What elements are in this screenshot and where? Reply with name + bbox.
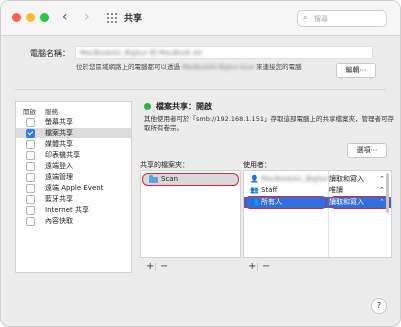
service-row[interactable]: Internet 共享 — [16, 205, 131, 215]
shared-folder-name: Scan — [161, 175, 179, 183]
description-prefix: 位於您區域網路上的電腦都可以透過 — [76, 63, 180, 71]
remove-folder-button[interactable]: − — [160, 262, 168, 272]
edit-button[interactable]: 編輯⋯ — [336, 63, 376, 78]
service-label: 檔案共享 — [45, 129, 73, 137]
add-folder-button[interactable]: + — [146, 262, 154, 272]
services-list: 開啟 服務 螢幕共享檔案共享媒體共享印表機共享遠端登入遠端管理遠端 Apple … — [15, 101, 132, 273]
service-label: 印表機共享 — [45, 151, 80, 159]
computer-name-description: 位於您區域網路上的電腦都可以透過 MacBookAir-BigSur.local… — [76, 63, 333, 72]
service-label: 遠端 Apple Event — [45, 184, 104, 192]
service-label: 螢幕共享 — [45, 118, 73, 126]
options-button[interactable]: 選項⋯ — [347, 143, 387, 158]
window-title: 共享 — [124, 14, 143, 24]
show-all-grid-icon[interactable] — [107, 13, 117, 23]
button-separator — [155, 263, 156, 271]
minimize-window-button[interactable] — [26, 13, 35, 22]
divider — [15, 89, 386, 90]
service-row[interactable]: 印表機共享 — [16, 150, 131, 160]
service-checkbox[interactable] — [26, 151, 35, 160]
folder-icon — [149, 175, 158, 183]
group-icon: 👥 — [250, 198, 259, 206]
user-name: Staff — [261, 186, 278, 194]
user-row[interactable]: 👥 Staff 唯讀 ⌃ — [244, 185, 391, 196]
service-checkbox[interactable] — [26, 195, 35, 204]
zoom-window-button[interactable] — [40, 13, 49, 22]
users-label: 使用者： — [243, 161, 271, 169]
service-checkbox[interactable] — [26, 206, 35, 215]
shared-folder-item[interactable]: Scan — [142, 173, 239, 186]
service-row[interactable]: 檔案共享 — [16, 128, 131, 138]
add-user-button[interactable]: + — [248, 262, 256, 272]
computer-name-field[interactable]: MacBookAir_BigSur 的 MacBook Air — [75, 46, 373, 59]
user-row[interactable]: 👤 MacBookAir_BigSur 讀取和寫入 ⌃ — [244, 174, 391, 185]
service-checkbox[interactable] — [26, 217, 35, 226]
user-name: MacBookAir_BigSur — [261, 175, 329, 183]
service-row[interactable]: 藍牙共享 — [16, 194, 131, 204]
service-label: 內容快取 — [45, 217, 73, 225]
service-label: 藍牙共享 — [45, 195, 73, 203]
chevron-updown-icon: ⌃ — [379, 175, 385, 183]
service-row[interactable]: 媒體共享 — [16, 139, 131, 149]
service-checkbox[interactable] — [26, 162, 35, 171]
service-row[interactable]: 內容快取 — [16, 216, 131, 226]
header-on: 開啟 — [23, 108, 36, 116]
status-indicator-icon — [144, 103, 151, 110]
chevron-updown-icon: ⌃ — [379, 186, 385, 194]
sharing-window: ‹ › 共享 ⌕ 搜尋 電腦名稱： MacBookAir_BigSur 的 Ma… — [0, 0, 401, 327]
shared-folders-list: Scan — [140, 170, 241, 258]
search-placeholder: 搜尋 — [314, 15, 328, 23]
chevron-updown-icon: ⌃ — [379, 198, 385, 206]
user-permission[interactable]: 讀取和寫入 — [329, 197, 364, 208]
group-icon: 👥 — [250, 186, 259, 194]
service-label: Internet 共享 — [45, 206, 90, 214]
users-list: 👤 MacBookAir_BigSur 讀取和寫入 ⌃ 👥 Staff 唯讀 ⌃… — [243, 170, 392, 258]
toolbar: ‹ › 共享 ⌕ 搜尋 — [1, 1, 400, 36]
person-icon: 👤 — [250, 175, 259, 183]
search-input[interactable]: ⌕ 搜尋 — [297, 10, 387, 27]
description-suffix: 來連接您的電腦 — [256, 63, 302, 71]
user-name: 所有人 — [261, 198, 282, 206]
service-row[interactable]: 螢幕共享 — [16, 117, 131, 127]
service-row[interactable]: 遠端 Apple Event — [16, 183, 131, 193]
header-service: 服務 — [45, 108, 58, 116]
service-checkbox[interactable] — [26, 184, 35, 193]
scrollbar[interactable] — [386, 173, 389, 213]
computer-name-value: MacBookAir_BigSur 的 MacBook Air — [80, 49, 203, 57]
status-title: 檔案共享：開啟 — [156, 102, 212, 111]
status-description: 其他使用者可於「smb://192.168.1.151」存取這部電腦上的共享檔案… — [144, 115, 394, 132]
computer-name-label: 電腦名稱： — [30, 49, 70, 58]
user-row-selected[interactable]: 👥 所有人 讀取和寫入 ⌃ — [244, 196, 391, 209]
service-checkbox[interactable] — [26, 129, 35, 138]
remove-user-button[interactable]: − — [262, 262, 270, 272]
close-window-button[interactable] — [12, 13, 21, 22]
search-icon: ⌕ — [303, 13, 308, 22]
service-checkbox[interactable] — [26, 140, 35, 149]
service-row[interactable]: 遠端管理 — [16, 172, 131, 182]
help-button[interactable]: ? — [371, 298, 387, 314]
user-permission[interactable]: 唯讀 — [329, 185, 343, 196]
service-label: 媒體共享 — [45, 140, 73, 148]
service-label: 遠端登入 — [45, 162, 73, 170]
service-row[interactable]: 遠端登入 — [16, 161, 131, 171]
user-permission[interactable]: 讀取和寫入 — [329, 174, 364, 185]
button-separator — [257, 263, 258, 271]
shared-folders-label: 共享的檔案夾： — [140, 161, 189, 169]
back-button[interactable]: ‹ — [62, 9, 68, 25]
service-checkbox[interactable] — [26, 173, 35, 182]
local-hostname: MacBookAir-BigSur.local — [182, 64, 254, 71]
service-label: 遠端管理 — [45, 173, 73, 181]
forward-button[interactable]: › — [84, 9, 90, 25]
service-checkbox[interactable] — [26, 118, 35, 127]
